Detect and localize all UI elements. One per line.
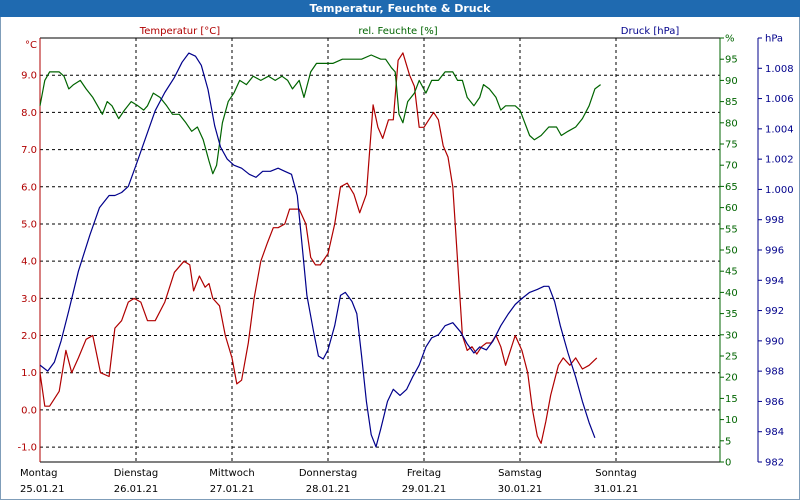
x-tick-date: 30.01.21 bbox=[498, 484, 543, 495]
x-tick-date: 28.01.21 bbox=[306, 484, 351, 495]
grid-lines bbox=[40, 38, 720, 462]
pressure-tick-label: 990 bbox=[765, 336, 784, 347]
chart-svg: -1.0 0.0 1.0 2.0 3.0 4.0 5.0 6.0 7.0 8.0 9.0 °C 0 5 1… bbox=[17, 26, 794, 495]
pressure-tick-label: 988 bbox=[765, 367, 784, 378]
pressure-tick-label: 984 bbox=[765, 427, 784, 438]
pressure-tick-label: 1.004 bbox=[765, 124, 794, 135]
x-tick-day: Sonntag bbox=[595, 468, 637, 479]
humidity-tick-label: 95 bbox=[725, 55, 738, 66]
temperature-tick-label: 0.0 bbox=[21, 405, 37, 416]
humidity-tick-label: 80 bbox=[725, 118, 738, 129]
humidity-tick-label: 5 bbox=[725, 436, 731, 447]
pressure-axis: 982 984 986 988 990 992 994 996 998 1.000 1.002 1.0… bbox=[758, 34, 794, 469]
humidity-tick-label: 25 bbox=[725, 352, 738, 363]
temperature-tick-label: 6.0 bbox=[21, 182, 37, 193]
temperature-tick-label: 8.0 bbox=[21, 108, 37, 119]
humidity-tick-label: 0 bbox=[725, 458, 731, 469]
pressure-tick-label: 996 bbox=[765, 246, 784, 257]
x-tick-day: Freitag bbox=[407, 468, 441, 479]
humidity-tick-label: 15 bbox=[725, 394, 738, 405]
pressure-tick-label: 1.002 bbox=[765, 155, 794, 166]
humidity-tick-label: 55 bbox=[725, 224, 738, 235]
humidity-tick-label: 20 bbox=[725, 373, 738, 384]
x-tick-date: 27.01.21 bbox=[210, 484, 255, 495]
humidity-tick-label: % bbox=[725, 34, 735, 45]
pressure-tick-label: hPa bbox=[765, 34, 783, 45]
humidity-tick-label: 75 bbox=[725, 140, 738, 151]
humidity-tick-label: 40 bbox=[725, 288, 738, 299]
pressure-tick-label: 1.008 bbox=[765, 64, 794, 75]
humidity-tick-label: 60 bbox=[725, 203, 738, 214]
temperature-axis: -1.0 0.0 1.0 2.0 3.0 4.0 5.0 6.0 7.0 8.0 9.0 °C bbox=[17, 40, 37, 454]
x-tick-date: 31.01.21 bbox=[594, 484, 639, 495]
humidity-tick-label: 35 bbox=[725, 309, 738, 320]
x-tick-date: 29.01.21 bbox=[402, 484, 447, 495]
legend: Temperatur [°C] rel. Feuchte [%] Druck [hP… bbox=[139, 26, 680, 37]
humidity-tick-label: 90 bbox=[725, 76, 738, 87]
humidity-tick-label: 85 bbox=[725, 97, 738, 108]
humidity-tick-label: 45 bbox=[725, 267, 738, 278]
pressure-tick-label: 1.000 bbox=[765, 185, 794, 196]
x-tick-day: Samstag bbox=[498, 468, 542, 479]
humidity-tick-label: 30 bbox=[725, 330, 738, 341]
legend-entry: rel. Feuchte [%] bbox=[358, 26, 437, 37]
x-tick-date: 25.01.21 bbox=[20, 484, 65, 495]
legend-entry: Temperatur [°C] bbox=[139, 26, 220, 37]
humidity-tick-label: 65 bbox=[725, 182, 738, 193]
temperature-tick-label: 2.0 bbox=[21, 331, 37, 342]
x-tick-day: Montag bbox=[20, 468, 57, 479]
pressure-tick-label: 986 bbox=[765, 397, 784, 408]
pressure-tick-label: 994 bbox=[765, 276, 784, 287]
pressure-tick-label: 1.006 bbox=[765, 94, 794, 105]
temperature-tick-label: 9.0 bbox=[21, 71, 37, 82]
plot-frame bbox=[39, 37, 759, 463]
pressure-tick-label: 982 bbox=[765, 458, 784, 469]
x-axis: Montag 25.01.21 Dienstag 26.01.21 Mittwoch 27… bbox=[20, 468, 638, 495]
humidity-tick-label: 10 bbox=[725, 415, 738, 426]
temperature-tick-label: 4.0 bbox=[21, 257, 37, 268]
legend-entry: Druck [hPa] bbox=[621, 26, 680, 37]
x-tick-date: 26.01.21 bbox=[114, 484, 159, 495]
temperature-tick-label: 3.0 bbox=[21, 294, 37, 305]
temperature-tick-label: 5.0 bbox=[21, 219, 37, 230]
humidity-tick-label: 50 bbox=[725, 246, 738, 257]
humidity-axis: 0 5 10 15 20 25 30 35 40 45 50 55 60 65 70 75 80 85 90 95% bbox=[720, 34, 738, 469]
temperature-tick-label: 7.0 bbox=[21, 145, 37, 156]
temperature-tick-label: 1.0 bbox=[21, 368, 37, 379]
temperature-tick-label: -1.0 bbox=[17, 443, 37, 454]
x-tick-day: Dienstag bbox=[114, 468, 159, 479]
series-line-1 bbox=[39, 54, 601, 175]
x-tick-day: Donnerstag bbox=[299, 468, 357, 479]
pressure-tick-label: 992 bbox=[765, 306, 784, 317]
temperature-unit-label: °C bbox=[25, 40, 37, 51]
pressure-tick-label: 998 bbox=[765, 215, 784, 226]
x-tick-day: Mittwoch bbox=[209, 468, 254, 479]
humidity-tick-label: 70 bbox=[725, 161, 738, 172]
